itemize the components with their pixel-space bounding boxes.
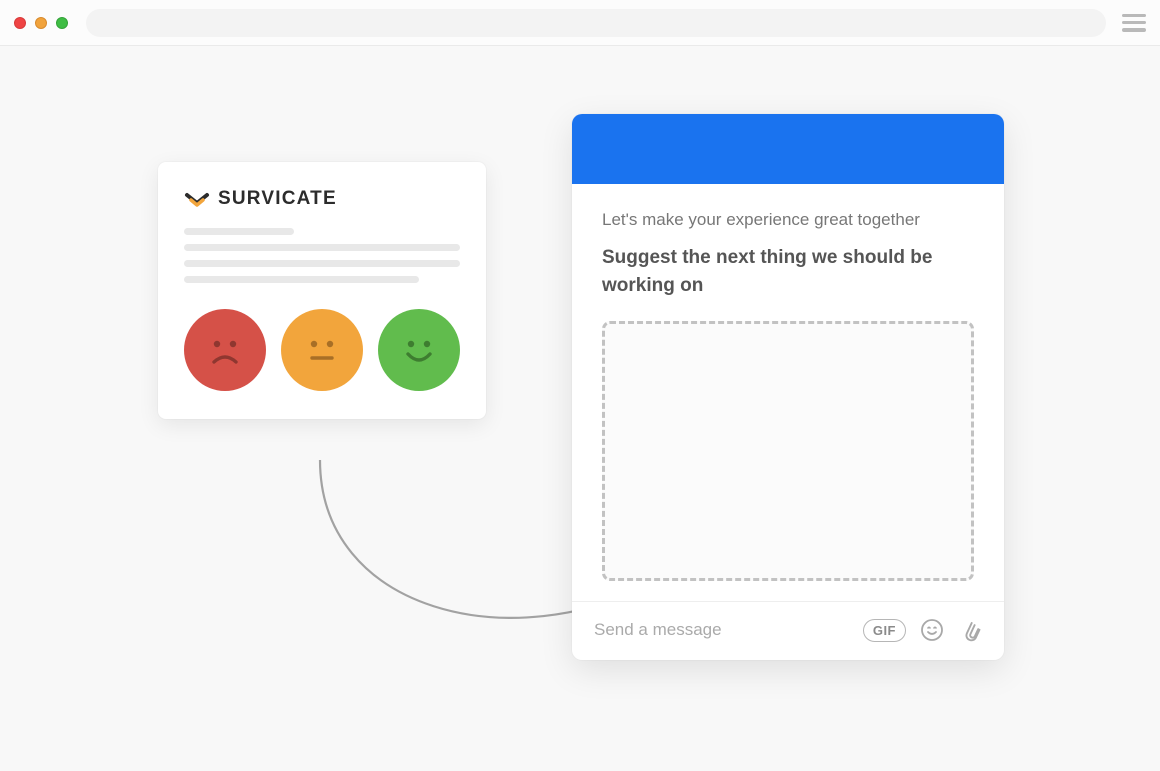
chat-widget: Let's make your experience great togethe… bbox=[572, 114, 1004, 660]
rating-neutral[interactable] bbox=[281, 309, 363, 391]
chat-footer: Send a message GIF bbox=[572, 601, 1004, 660]
brand-logo: SURVICATE bbox=[184, 188, 460, 210]
gif-button[interactable]: GIF bbox=[863, 619, 906, 642]
browser-chrome bbox=[0, 0, 1160, 46]
chat-prompt-title: Suggest the next thing we should be work… bbox=[602, 244, 974, 299]
chat-subtitle: Let's make your experience great togethe… bbox=[602, 210, 974, 230]
smile-icon bbox=[393, 324, 445, 376]
address-bar[interactable] bbox=[86, 9, 1106, 37]
survicate-survey-card: SURVICATE bbox=[158, 162, 486, 419]
minimize-window-button[interactable] bbox=[35, 17, 47, 29]
emoji-picker-icon[interactable] bbox=[920, 618, 944, 642]
chat-actions: GIF bbox=[863, 618, 982, 642]
text-placeholder bbox=[184, 276, 419, 283]
neutral-face-icon bbox=[296, 324, 348, 376]
frown-icon bbox=[199, 324, 251, 376]
brand-name: SURVICATE bbox=[218, 188, 337, 210]
attachment-icon[interactable] bbox=[958, 618, 982, 642]
text-placeholder bbox=[184, 228, 294, 235]
chat-body: Let's make your experience great togethe… bbox=[572, 184, 1004, 601]
rating-happy[interactable] bbox=[378, 309, 460, 391]
menu-icon[interactable] bbox=[1122, 14, 1146, 32]
text-placeholder bbox=[184, 260, 460, 267]
survicate-logo-icon bbox=[184, 188, 210, 210]
text-placeholder bbox=[184, 244, 460, 251]
rating-faces bbox=[184, 309, 460, 391]
chat-message-input[interactable]: Send a message bbox=[594, 620, 863, 640]
window-controls bbox=[14, 17, 68, 29]
suggestion-textarea[interactable] bbox=[602, 321, 974, 581]
rating-sad[interactable] bbox=[184, 309, 266, 391]
maximize-window-button[interactable] bbox=[56, 17, 68, 29]
close-window-button[interactable] bbox=[14, 17, 26, 29]
chat-header bbox=[572, 114, 1004, 184]
